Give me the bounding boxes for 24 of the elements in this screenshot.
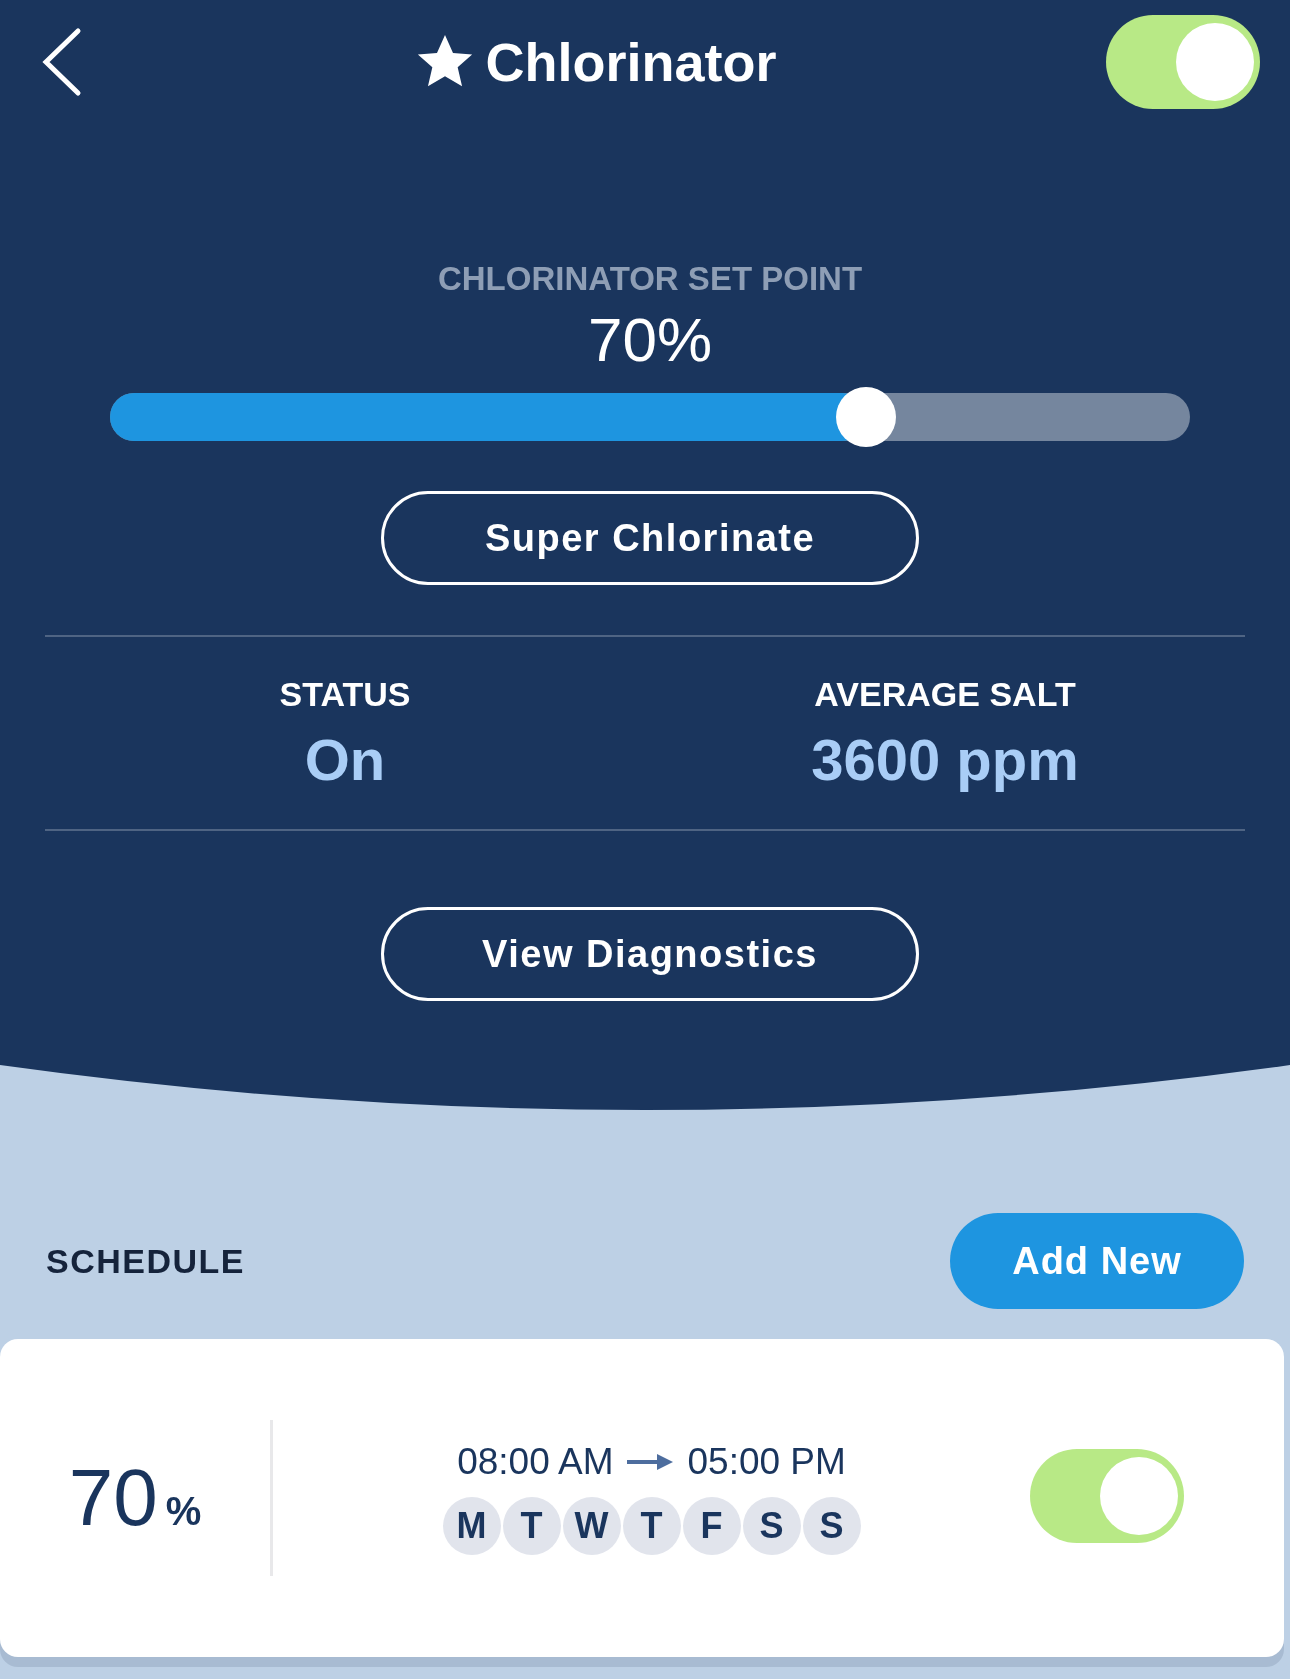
- day-chip[interactable]: T: [622, 1497, 681, 1555]
- set-point-slider[interactable]: [110, 387, 1190, 447]
- schedule-unit: %: [165, 1489, 202, 1534]
- set-point-value: 70%: [587, 304, 713, 375]
- day-chip[interactable]: M: [442, 1497, 501, 1555]
- view-diagnostics-button[interactable]: View Diagnostics: [381, 907, 919, 1001]
- day-chip[interactable]: F: [682, 1497, 741, 1555]
- set-point-label: CHLORINATOR SET POINT: [437, 260, 863, 298]
- day-chip[interactable]: W: [562, 1497, 621, 1555]
- stat-value: 3600 ppm: [811, 726, 1079, 793]
- day-chip[interactable]: S: [742, 1497, 801, 1555]
- super-chlorinate-button[interactable]: Super Chlorinate: [381, 491, 919, 585]
- stat-label: AVERAGE SALT: [814, 675, 1076, 714]
- stat-label: STATUS: [279, 675, 411, 714]
- end-time: 05:00 PM: [687, 1441, 846, 1483]
- start-time: 08:00 AM: [457, 1441, 614, 1483]
- page-title: Chlorinator: [485, 31, 777, 93]
- day-chip[interactable]: S: [802, 1497, 861, 1555]
- schedule-value: 70: [68, 1452, 158, 1544]
- stat-value: On: [304, 726, 386, 793]
- arrow-icon: [627, 1452, 674, 1472]
- schedule-title: SCHEDULE: [46, 1241, 246, 1281]
- day-chip[interactable]: T: [502, 1497, 561, 1555]
- slider-thumb[interactable]: [836, 387, 896, 447]
